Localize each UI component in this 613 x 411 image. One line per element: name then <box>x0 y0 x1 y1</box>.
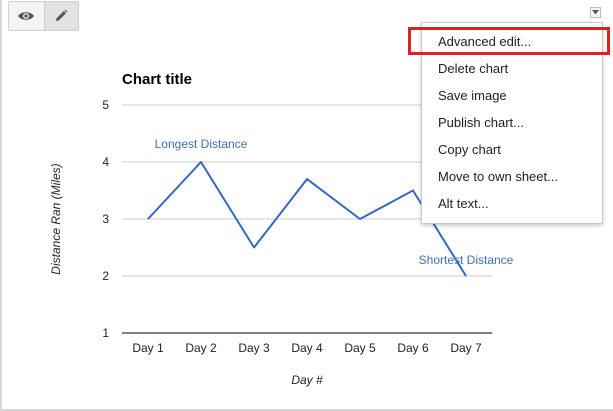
menu-item-publish-chart[interactable]: Publish chart... <box>422 109 602 136</box>
y-axis-ticks: 1 2 3 4 5 <box>102 98 109 340</box>
chart-title[interactable]: Chart title <box>122 71 192 88</box>
x-tick-label: Day 4 <box>291 341 323 355</box>
y-tick-label: 2 <box>102 269 109 283</box>
menu-item-save-image[interactable]: Save image <box>422 82 602 109</box>
menu-item-copy-chart[interactable]: Copy chart <box>422 136 602 163</box>
annotation-label: Shortest Distance <box>419 253 514 267</box>
menu-item-move-to-own-sheet[interactable]: Move to own sheet... <box>422 163 602 190</box>
y-axis-title: Distance Ran (Miles) <box>49 163 63 274</box>
x-tick-label: Day 3 <box>238 341 270 355</box>
x-tick-label: Day 7 <box>450 341 482 355</box>
x-tick-label: Day 2 <box>185 341 217 355</box>
x-axis-title: Day # <box>291 373 323 387</box>
x-axis-ticks: Day 1 Day 2 Day 3 Day 4 Day 5 Day 6 Day 7 <box>132 341 482 355</box>
x-tick-label: Day 1 <box>132 341 164 355</box>
chart-context-menu: Advanced edit... Delete chart Save image… <box>421 22 603 224</box>
y-tick-label: 5 <box>102 98 109 112</box>
y-tick-label: 4 <box>102 155 109 169</box>
annotation-label: Longest Distance <box>155 137 248 151</box>
menu-item-alt-text[interactable]: Alt text... <box>422 190 602 217</box>
menu-item-delete-chart[interactable]: Delete chart <box>422 55 602 82</box>
y-tick-label: 1 <box>102 326 109 340</box>
x-tick-label: Day 6 <box>397 341 429 355</box>
x-tick-label: Day 5 <box>344 341 376 355</box>
y-tick-label: 3 <box>102 212 109 226</box>
menu-item-advanced-edit[interactable]: Advanced edit... <box>422 28 602 55</box>
